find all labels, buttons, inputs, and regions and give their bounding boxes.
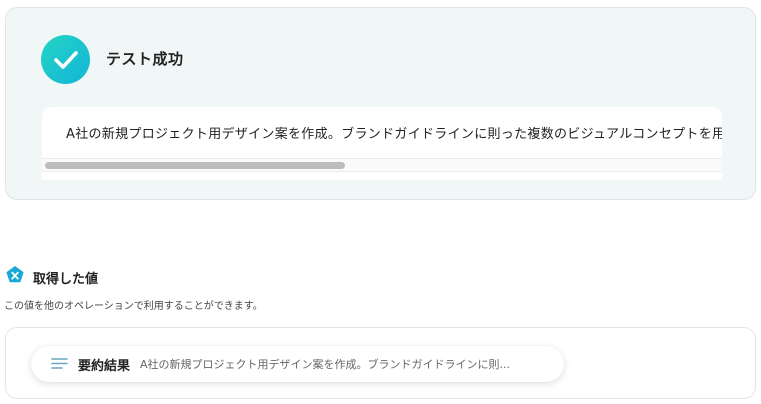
text-lines-icon <box>51 355 68 374</box>
checkmark-icon <box>41 35 90 84</box>
acquired-values-panel: 要約結果 A社の新規プロジェクト用デザイン案を作成。ブランドガイドラインに則..… <box>5 327 756 399</box>
test-success-panel: テスト成功 A社の新規プロジェクト用デザイン案を作成。ブランドガイドラインに則っ… <box>5 7 756 200</box>
acquired-values-header: 取得した値 <box>5 265 98 289</box>
variable-x-icon <box>5 265 25 289</box>
acquired-values-description: この値を他のオペレーションで利用することができます。 <box>4 301 263 312</box>
value-chip-label: 要約結果 <box>78 358 131 374</box>
value-chip-value: A社の新規プロジェクト用デザイン案を作成。ブランドガイドラインに則... <box>140 358 511 371</box>
acquired-values-title: 取得した値 <box>33 271 99 287</box>
test-result-text: A社の新規プロジェクト用デザイン案を作成。ブランドガイドラインに則った複数のビジ… <box>66 127 722 142</box>
scrollbar-thumb[interactable] <box>45 162 345 169</box>
horizontal-scrollbar[interactable] <box>42 158 722 172</box>
value-chip-summary[interactable]: 要約結果 A社の新規プロジェクト用デザイン案を作成。ブランドガイドラインに則..… <box>31 346 564 382</box>
test-result-box: A社の新規プロジェクト用デザイン案を作成。ブランドガイドラインに則った複数のビジ… <box>42 107 722 180</box>
test-success-title: テスト成功 <box>106 50 184 68</box>
